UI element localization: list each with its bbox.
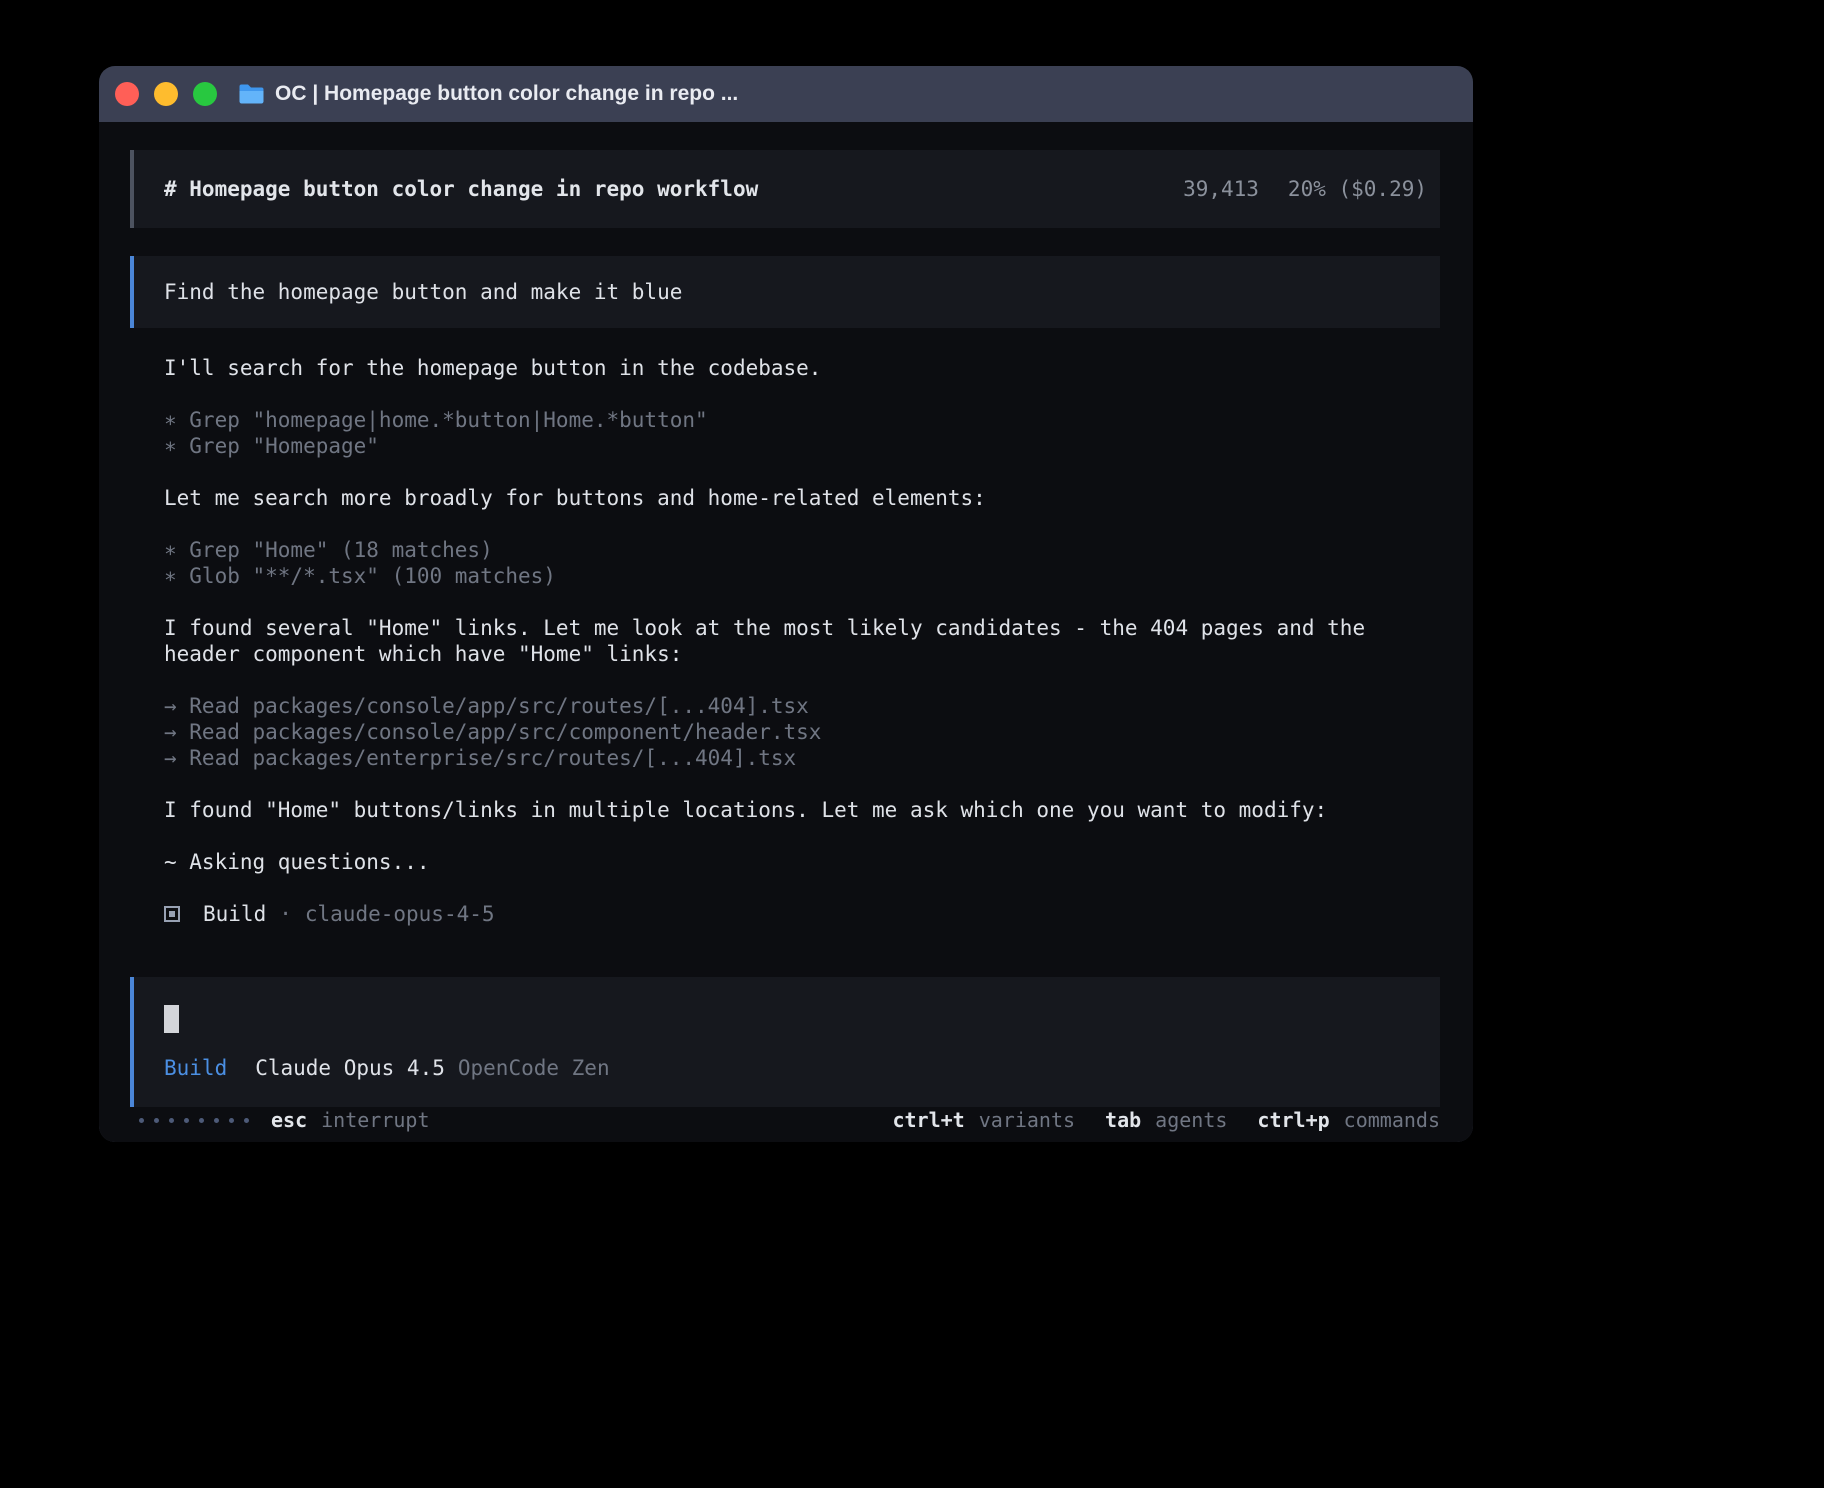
assistant-text: I'll search for the homepage button in t… xyxy=(164,355,1440,381)
user-message-text: Find the homepage button and make it blu… xyxy=(164,279,682,305)
status-bar-left: esc interrupt xyxy=(139,1107,430,1133)
agents-key: tab xyxy=(1105,1107,1141,1133)
token-count: 39,413 xyxy=(1183,176,1259,202)
session-header: # Homepage button color change in repo w… xyxy=(130,150,1440,228)
interrupt-label: interrupt xyxy=(321,1107,429,1133)
tool-call-line: ∗ Grep "homepage|home.*button|Home.*butt… xyxy=(164,407,1440,433)
tool-call-line: → Read packages/enterprise/src/routes/[.… xyxy=(164,745,1440,771)
agents-label: agents xyxy=(1155,1107,1227,1133)
tool-call-line: ∗ Grep "Homepage" xyxy=(164,433,1440,459)
status-text: ~ Asking questions... xyxy=(164,849,1440,875)
separator-dot: · xyxy=(279,901,292,927)
minimize-button[interactable] xyxy=(154,82,178,106)
tool-call-group: → Read packages/console/app/src/routes/[… xyxy=(164,693,1440,771)
traffic-lights xyxy=(115,82,217,106)
session-stats: 39,413 20% ($0.29) xyxy=(1183,176,1427,202)
titlebar[interactable]: OC | Homepage button color change in rep… xyxy=(99,66,1473,122)
zoom-button[interactable] xyxy=(193,82,217,106)
user-message: Find the homepage button and make it blu… xyxy=(130,256,1440,328)
tool-call-line: ∗ Grep "Home" (18 matches) xyxy=(164,537,1440,563)
variants-hint: ctrl+t variants xyxy=(892,1107,1075,1133)
agent-model: claude-opus-4-5 xyxy=(305,901,495,927)
agent-name: Build xyxy=(203,901,266,927)
text-cursor xyxy=(164,1005,179,1033)
commands-key: ctrl+p xyxy=(1257,1107,1329,1133)
model-label: Claude Opus 4.5 xyxy=(255,1055,445,1081)
folder-icon xyxy=(238,83,265,105)
tool-call-group: ∗ Grep "Home" (18 matches) ∗ Glob "**/*.… xyxy=(164,537,1440,589)
commands-hint: ctrl+p commands xyxy=(1257,1107,1440,1133)
terminal-window: OC | Homepage button color change in rep… xyxy=(99,66,1473,1142)
status-bar-right: ctrl+t variants tab agents ctrl+p comman… xyxy=(892,1107,1440,1133)
agents-hint: tab agents xyxy=(1105,1107,1227,1133)
assistant-text: Let me search more broadly for buttons a… xyxy=(164,485,1440,511)
window-title: OC | Homepage button color change in rep… xyxy=(275,82,738,106)
provider-label: OpenCode Zen xyxy=(458,1055,610,1081)
agent-icon xyxy=(164,906,180,922)
window-title-group: OC | Homepage button color change in rep… xyxy=(238,82,738,106)
assistant-text: I found "Home" buttons/links in multiple… xyxy=(164,797,1440,823)
agent-mode-label: Build xyxy=(164,1055,227,1081)
close-button[interactable] xyxy=(115,82,139,106)
spinner-dots xyxy=(139,1118,249,1123)
conversation: I'll search for the homepage button in t… xyxy=(164,355,1440,953)
session-title: # Homepage button color change in repo w… xyxy=(164,176,758,202)
status-bar: esc interrupt ctrl+t variants tab agents… xyxy=(99,1107,1473,1142)
tool-call-line: → Read packages/console/app/src/routes/[… xyxy=(164,693,1440,719)
tool-call-line: → Read packages/console/app/src/componen… xyxy=(164,719,1440,745)
variants-label: variants xyxy=(979,1107,1075,1133)
terminal-content: # Homepage button color change in repo w… xyxy=(99,122,1473,1142)
commands-label: commands xyxy=(1344,1107,1440,1133)
agent-status-row: Build · claude-opus-4-5 xyxy=(164,901,1440,927)
prompt-input[interactable]: Build Claude Opus 4.5 OpenCode Zen xyxy=(130,977,1440,1107)
context-usage: 20% ($0.29) xyxy=(1288,176,1427,202)
interrupt-hint: esc interrupt xyxy=(271,1107,430,1133)
assistant-text: I found several "Home" links. Let me loo… xyxy=(164,615,1440,667)
variants-key: ctrl+t xyxy=(892,1107,964,1133)
tool-call-line: ∗ Glob "**/*.tsx" (100 matches) xyxy=(164,563,1440,589)
interrupt-key: esc xyxy=(271,1107,307,1133)
tool-call-group: ∗ Grep "homepage|home.*button|Home.*butt… xyxy=(164,407,1440,459)
input-meta-row: Build Claude Opus 4.5 OpenCode Zen xyxy=(164,1055,1440,1081)
